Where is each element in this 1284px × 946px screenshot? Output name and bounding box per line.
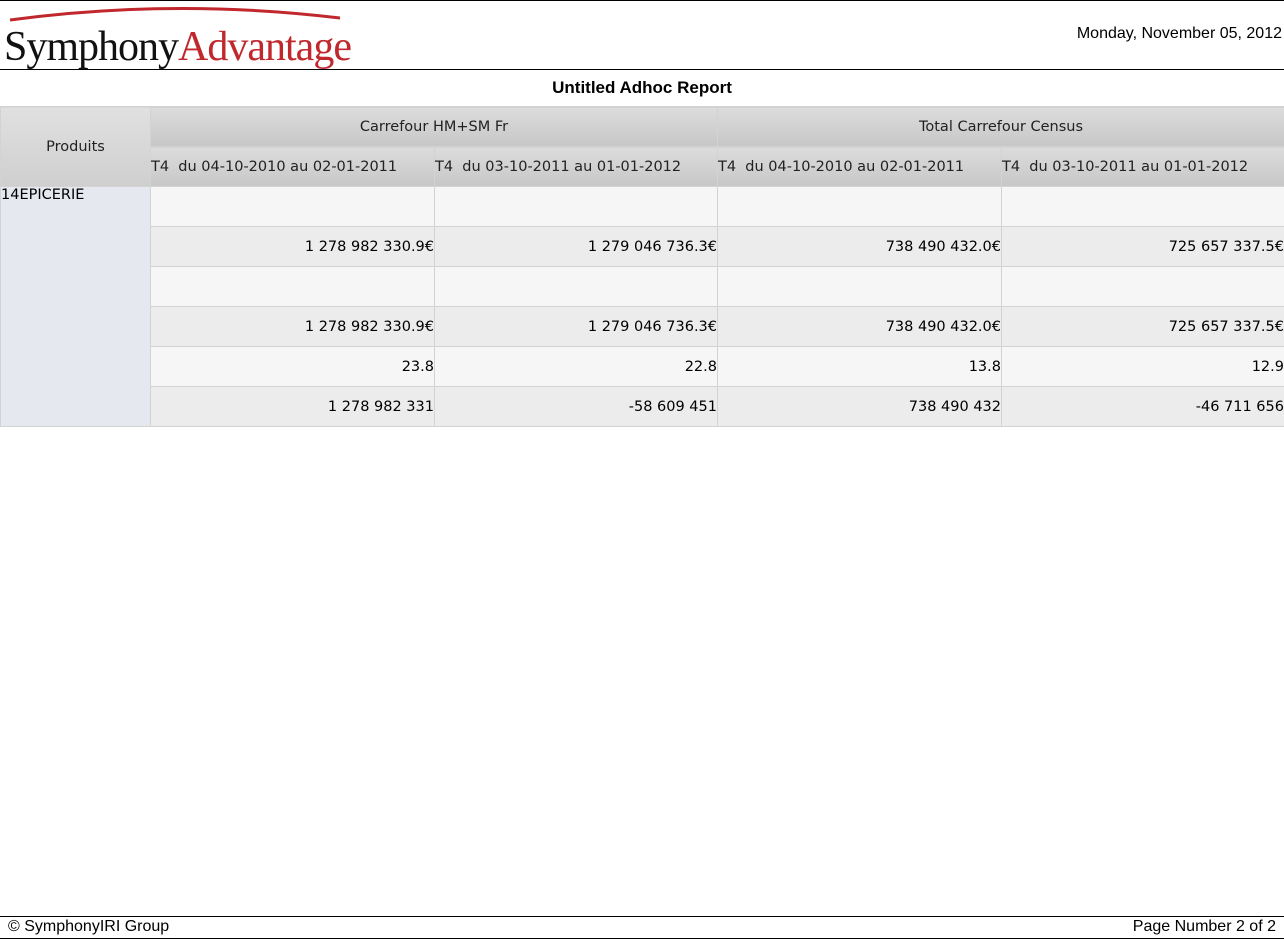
table-cell: 1 279 046 736.3€ bbox=[434, 226, 718, 267]
table-cell: 23.8 bbox=[150, 346, 435, 387]
corner-header-produits: Produits bbox=[0, 106, 151, 187]
table-cell: 738 490 432 bbox=[717, 386, 1002, 427]
table-cell: 1 278 982 330.9€ bbox=[150, 306, 435, 347]
report-date: Monday, November 05, 2012 bbox=[1076, 25, 1282, 42]
report-table: Produits Carrefour HM+SM Fr Total Carref… bbox=[0, 106, 1284, 427]
table-cell: 13.8 bbox=[717, 346, 1002, 387]
period-header: T4 du 03-10-2011 au 01-01-2012 bbox=[1001, 146, 1284, 187]
period-header: T4 du 04-10-2010 au 02-01-2011 bbox=[150, 146, 435, 187]
table-row: 23.8 22.8 13.8 12.9 bbox=[1, 346, 1284, 387]
footer-copyright: © SymphonyIRI Group bbox=[8, 918, 170, 935]
table-row: 1 278 982 330.9€ 1 279 046 736.3€ 738 49… bbox=[1, 306, 1284, 347]
table-cell: 1 278 982 331 bbox=[150, 386, 435, 427]
table-cell bbox=[150, 186, 435, 227]
table-cell: 1 278 982 330.9€ bbox=[150, 226, 435, 267]
period-header-row: T4 du 04-10-2010 au 02-01-2011 T4 du 03-… bbox=[1, 146, 1284, 187]
footer-rule bbox=[0, 916, 1284, 917]
table-row: 14EPICERIE bbox=[0, 186, 1284, 427]
table-cell bbox=[1001, 186, 1284, 227]
table-cell: -46 711 656 bbox=[1001, 386, 1284, 427]
table-cell: 738 490 432.0€ bbox=[717, 226, 1002, 267]
table-cell bbox=[717, 266, 1002, 307]
group-header-row: Produits Carrefour HM+SM Fr Total Carref… bbox=[0, 106, 1284, 187]
table-cell bbox=[434, 266, 718, 307]
logo-advantage: Advantage bbox=[178, 24, 352, 70]
table-cell: 725 657 337.5€ bbox=[1001, 226, 1284, 267]
logo-wordmark: SymphonyAdvantage bbox=[4, 24, 352, 70]
symphony-advantage-logo: SymphonyAdvantage bbox=[4, 4, 352, 70]
report-title: Untitled Adhoc Report bbox=[552, 78, 732, 97]
table-cell: 738 490 432.0€ bbox=[717, 306, 1002, 347]
logo-symphony: Symphony bbox=[4, 24, 179, 70]
report-table-container: Produits Carrefour HM+SM Fr Total Carref… bbox=[0, 106, 1284, 427]
table-cell: 22.8 bbox=[434, 346, 718, 387]
row-header-14epicerie: 14EPICERIE bbox=[0, 186, 151, 427]
table-cell bbox=[1001, 266, 1284, 307]
table-row: 1 278 982 331 -58 609 451 738 490 432 -4… bbox=[1, 386, 1284, 427]
group-header-carrefour-hm-sm: Carrefour HM+SM Fr bbox=[150, 106, 718, 147]
table-cell: 1 279 046 736.3€ bbox=[434, 306, 718, 347]
table-cell: -58 609 451 bbox=[434, 386, 718, 427]
table-cell bbox=[434, 186, 718, 227]
table-row bbox=[1, 266, 1284, 307]
page-header: SymphonyAdvantage Monday, November 05, 2… bbox=[0, 0, 1284, 70]
bottom-rule bbox=[0, 938, 1284, 939]
period-header: T4 du 03-10-2011 au 01-01-2012 bbox=[434, 146, 718, 187]
table-cell: 725 657 337.5€ bbox=[1001, 306, 1284, 347]
period-header: T4 du 04-10-2010 au 02-01-2011 bbox=[717, 146, 1002, 187]
header-rule bbox=[0, 69, 1284, 70]
group-header-total-carrefour-census: Total Carrefour Census bbox=[717, 106, 1284, 147]
table-cell bbox=[717, 186, 1002, 227]
table-row: 1 278 982 330.9€ 1 279 046 736.3€ 738 49… bbox=[1, 226, 1284, 267]
logo-swoosh-icon bbox=[9, 6, 341, 22]
table-cell bbox=[150, 266, 435, 307]
table-cell: 12.9 bbox=[1001, 346, 1284, 387]
footer-page-number: Page Number 2 of 2 bbox=[1132, 918, 1276, 935]
top-rule bbox=[0, 0, 1284, 1]
